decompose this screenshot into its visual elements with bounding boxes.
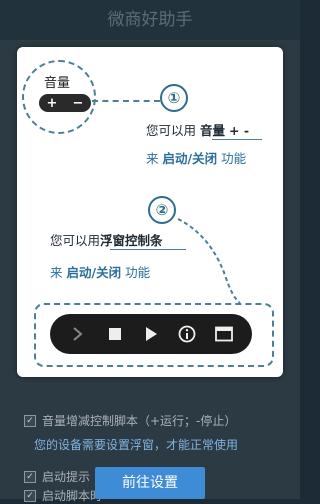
step1-line1: 您可以用 音量 + - xyxy=(146,123,250,138)
info-icon[interactable] xyxy=(177,324,197,344)
setting-label: 音量增减控制脚本（+运行；-停止） xyxy=(42,414,237,428)
chevron-right-icon[interactable] xyxy=(68,324,88,344)
float-window-notice: 您的设备需要设置浮窗，才能正常使用 xyxy=(34,438,239,452)
bg-setting-start-prompt[interactable]: ✓ 启动提示 xyxy=(24,468,90,485)
checkbox[interactable]: ✓ xyxy=(24,470,36,483)
step1-line2: 来 启动/关闭 功能 xyxy=(146,151,247,166)
go-to-settings-button[interactable]: 前往设置 xyxy=(95,467,205,499)
step1-number: ① xyxy=(160,84,188,112)
bg-setting-start-script[interactable]: ✓ 启动脚本时 xyxy=(24,487,102,504)
bg-setting-volume-script[interactable]: ✓ 音量增减控制脚本（+运行；-停止） xyxy=(24,412,236,429)
step2-line2: 来 启动/关闭 功能 xyxy=(50,265,151,280)
float-control-bar[interactable] xyxy=(50,314,252,354)
volume-buttons: + − xyxy=(39,94,91,112)
volume-label: 音量 xyxy=(44,76,71,91)
plus-icon: + xyxy=(46,95,58,111)
checkbox[interactable]: ✓ xyxy=(24,489,36,502)
minus-icon: − xyxy=(72,95,84,111)
window-icon[interactable] xyxy=(214,324,234,344)
stop-icon[interactable] xyxy=(105,324,125,344)
app-title: 微商好助手 xyxy=(0,0,300,40)
connector-line-2 xyxy=(177,218,241,304)
setting-label: 启动脚本时 xyxy=(42,489,103,503)
step1-underline xyxy=(212,139,262,140)
setting-label: 启动提示 xyxy=(42,470,91,484)
checkbox[interactable]: ✓ xyxy=(24,414,36,427)
connector-line-1 xyxy=(92,100,160,102)
step2-line1: 您可以用浮窗控制条 xyxy=(50,233,163,248)
play-icon[interactable] xyxy=(141,324,161,344)
